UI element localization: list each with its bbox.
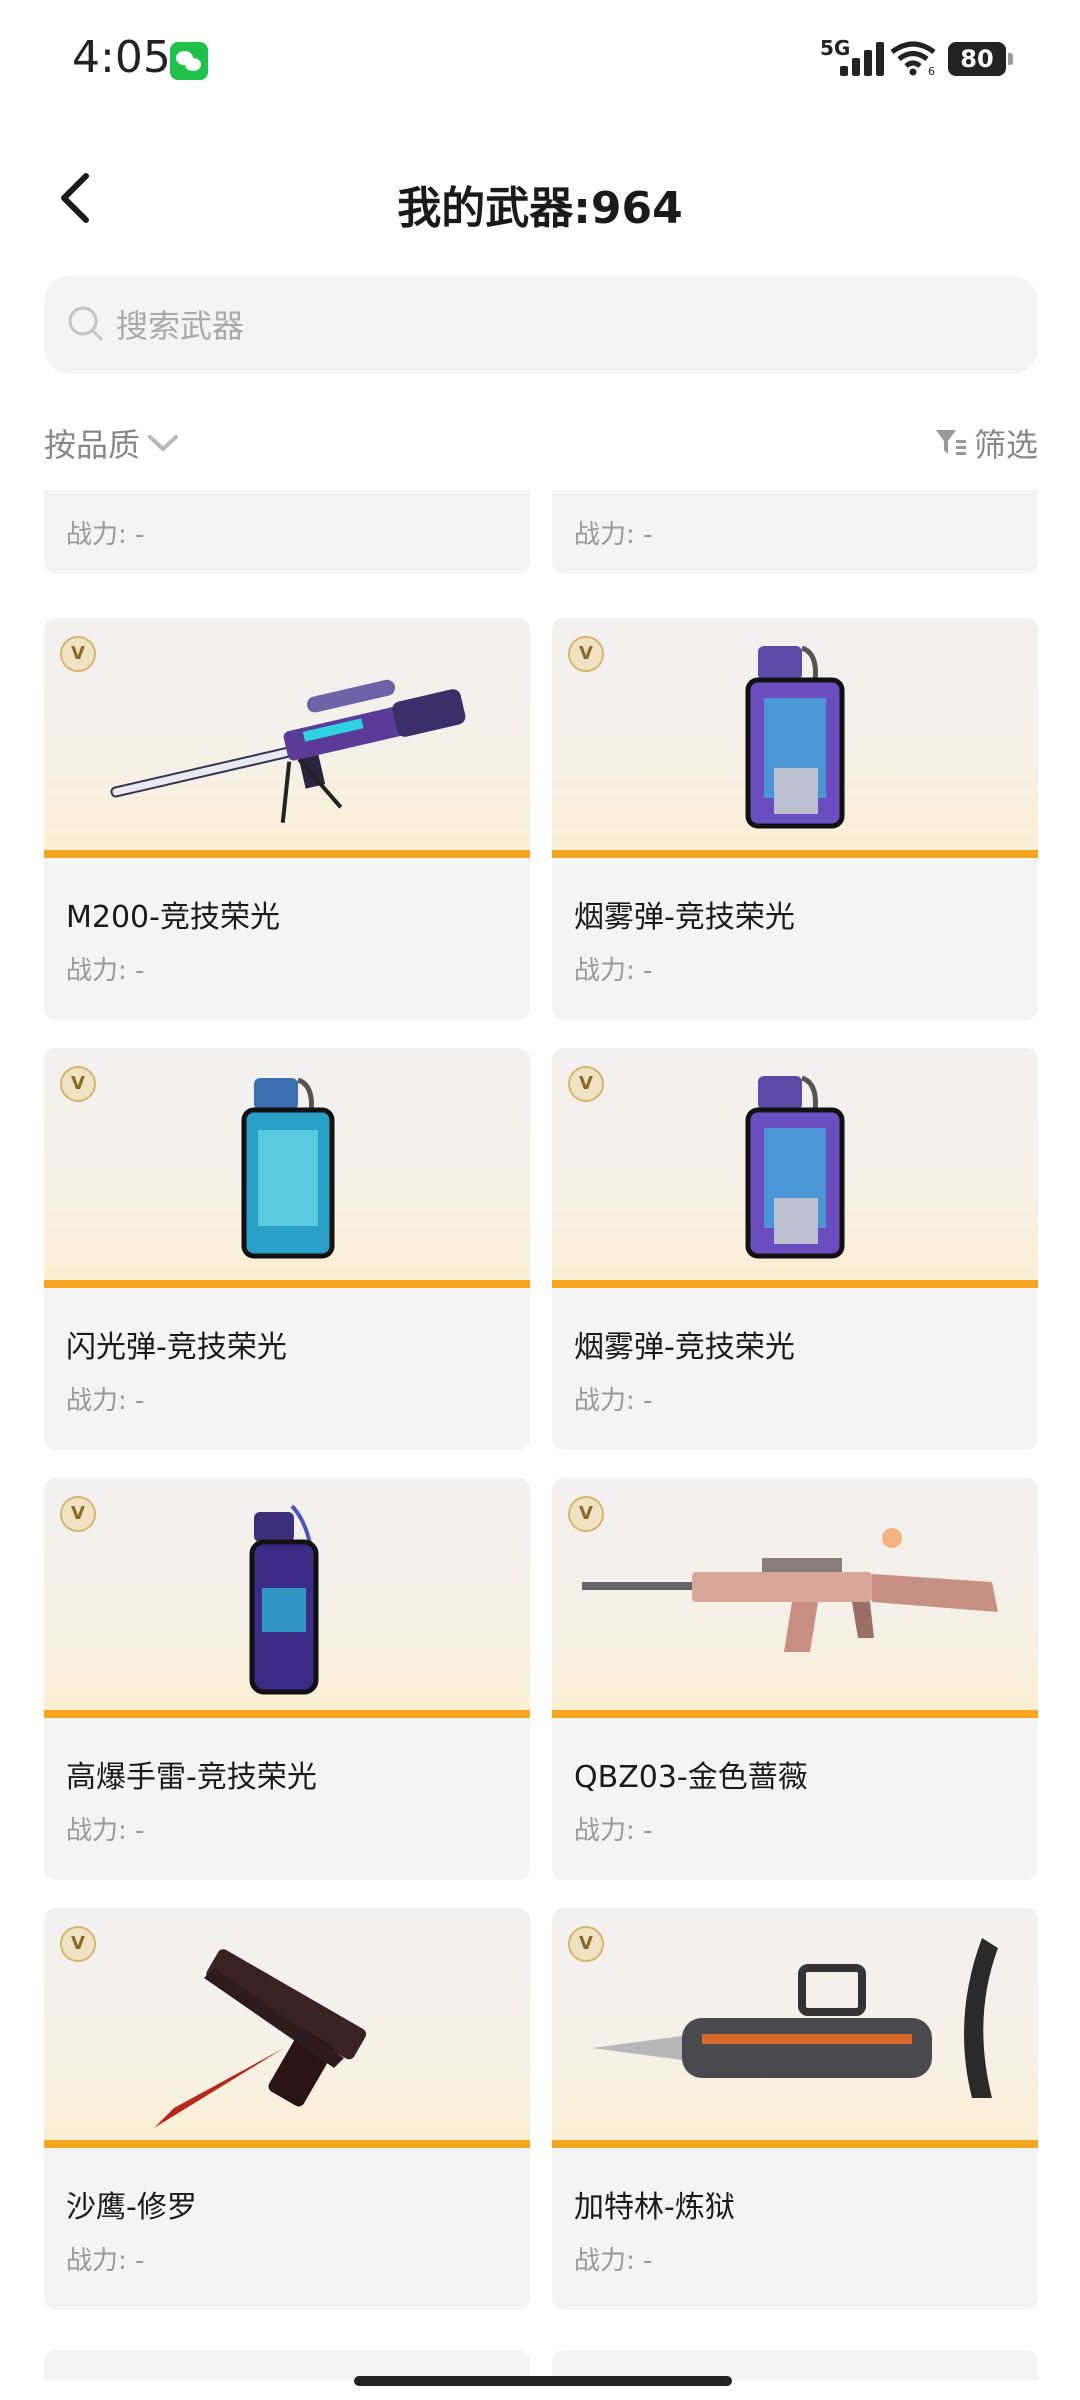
- weapon-power: 战力: -: [66, 1816, 145, 1846]
- weapon-card[interactable]: V QBZ03-金色蔷薇 战力: -: [552, 1478, 1038, 1880]
- weapon-name: 烟雾弹-竞技荣光: [574, 1330, 795, 1365]
- weapon-name: 烟雾弹-竞技荣光: [574, 900, 795, 935]
- status-bar: 4:05 5G 6 80: [0, 0, 1080, 120]
- weapon-image: V: [552, 1908, 1038, 2148]
- weapon-card[interactable]: V 闪光弹-竞技荣光 战力: -: [44, 1048, 530, 1450]
- weapon-power: 战力: -: [574, 520, 653, 550]
- search-input[interactable]: [114, 298, 998, 354]
- gatling-gun-icon: [592, 1938, 998, 2098]
- weapon-power: 战力: -: [574, 1816, 653, 1846]
- wechat-notification-icon: [170, 42, 208, 80]
- weapon-image: V: [44, 618, 530, 858]
- weapon-card-partial[interactable]: 战力: -: [552, 490, 1038, 574]
- battery-icon: 80: [948, 42, 1013, 76]
- weapon-name: 加特林-炼狱: [574, 2190, 735, 2225]
- weapon-image: V: [552, 618, 1038, 858]
- vip-badge: V: [568, 1926, 604, 1962]
- signal-icon: [840, 42, 886, 76]
- vip-badge: V: [60, 636, 96, 672]
- filter-button[interactable]: 筛选: [934, 420, 1038, 466]
- assault-rifle-icon: [582, 1528, 998, 1652]
- weapon-card[interactable]: V M200-竞技荣光 战力: -: [44, 618, 530, 1020]
- vip-badge: V: [568, 1496, 604, 1532]
- weapon-image: V: [552, 1048, 1038, 1288]
- weapon-card[interactable]: V 沙鹰-修罗 战力: -: [44, 1908, 530, 2310]
- weapon-power: 战力: -: [66, 1386, 145, 1416]
- wifi-icon: 6: [890, 41, 936, 76]
- weapon-name: M200-竞技荣光: [66, 900, 280, 935]
- sniper-rifle-icon: [110, 679, 466, 823]
- status-time: 4:05: [72, 32, 171, 83]
- chevron-down-icon: [148, 435, 179, 452]
- weapon-power: 战力: -: [574, 1386, 653, 1416]
- search-icon: [68, 306, 103, 341]
- page-title: 我的武器:964: [397, 183, 683, 234]
- weapon-image: V: [44, 1908, 530, 2148]
- pistol-knife-icon: [154, 1949, 367, 2128]
- weapon-name: QBZ03-金色蔷薇: [574, 1760, 808, 1795]
- weapon-power: 战力: -: [574, 2246, 653, 2276]
- vip-badge: V: [568, 1066, 604, 1102]
- weapon-power: 战力: -: [66, 2246, 145, 2276]
- weapon-name: 沙鹰-修罗: [66, 2190, 197, 2225]
- weapon-power: 战力: -: [66, 956, 145, 986]
- weapon-card[interactable]: V 烟雾弹-竞技荣光 战力: -: [552, 618, 1038, 1020]
- weapon-card-partial[interactable]: 战力: -: [44, 490, 530, 574]
- wifi-subscript: 6: [928, 65, 935, 76]
- weapon-image: V: [44, 1048, 530, 1288]
- vip-badge: V: [60, 1926, 96, 1962]
- weapon-name: 闪光弹-竞技荣光: [66, 1330, 287, 1365]
- search-bar[interactable]: [44, 276, 1038, 374]
- vip-badge: V: [568, 636, 604, 672]
- grenade-canister-icon: [249, 1504, 319, 1695]
- weapon-grid: 战力: - 战力: - V M200-竞技荣光 战力: - V 烟雾弹-竞技荣光…: [0, 490, 1080, 2380]
- weapon-image: V: [552, 1478, 1038, 1718]
- grenade-canister-icon: [745, 1075, 845, 1259]
- weapon-card[interactable]: V 加特林-炼狱 战力: -: [552, 1908, 1038, 2310]
- weapon-name: 高爆手雷-竞技荣光: [66, 1760, 317, 1795]
- weapon-power: 战力: -: [66, 520, 145, 550]
- filter-label: 筛选: [973, 426, 1038, 464]
- grenade-canister-icon: [241, 1077, 335, 1259]
- sort-by-quality-dropdown[interactable]: 按品质: [44, 420, 180, 466]
- sort-label: 按品质: [44, 426, 141, 464]
- home-indicator[interactable]: [354, 2376, 732, 2386]
- weapon-power: 战力: -: [574, 956, 653, 986]
- weapon-card[interactable]: V 高爆手雷-竞技荣光 战力: -: [44, 1478, 530, 1880]
- weapon-image: V: [44, 1478, 530, 1718]
- weapon-card[interactable]: V 烟雾弹-竞技荣光 战力: -: [552, 1048, 1038, 1450]
- vip-badge: V: [60, 1066, 96, 1102]
- filter-funnel-icon: [935, 430, 966, 455]
- vip-badge: V: [60, 1496, 96, 1532]
- grenade-canister-icon: [745, 645, 845, 829]
